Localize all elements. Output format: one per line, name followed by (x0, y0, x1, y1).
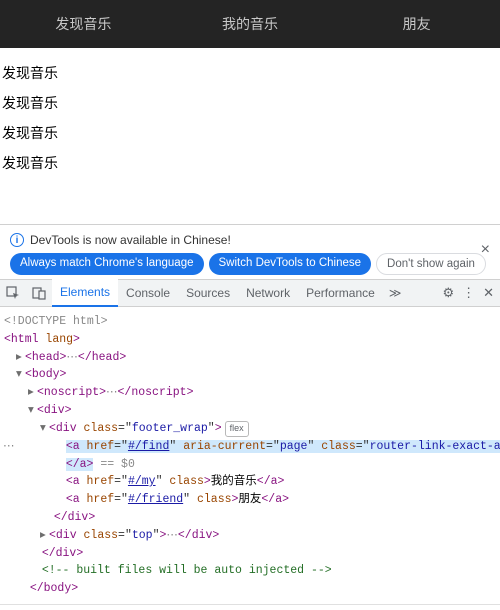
devtools-language-banner: i DevTools is now available in Chinese! … (0, 224, 500, 279)
dom-doctype: <!DOCTYPE html> (4, 315, 108, 328)
close-devtools-icon[interactable]: ✕ (483, 285, 494, 301)
more-tabs-icon[interactable]: ≫ (383, 286, 408, 300)
always-match-language-button[interactable]: Always match Chrome's language (10, 253, 204, 275)
switch-devtools-language-button[interactable]: Switch DevTools to Chinese (209, 253, 372, 275)
dont-show-again-button[interactable]: Don't show again (376, 253, 486, 275)
inspect-icon[interactable] (0, 286, 26, 300)
devtools-toolbar: Elements Console Sources Network Perform… (0, 279, 500, 307)
content-line: 发现音乐 (2, 148, 498, 178)
info-icon: i (10, 233, 24, 247)
page-content: 发现音乐 发现音乐 发现音乐 发现音乐 (0, 48, 500, 188)
nav-item-my-music[interactable]: 我的音乐 (167, 0, 334, 48)
nav-item-discover[interactable]: 发现音乐 (0, 0, 167, 48)
content-line: 发现音乐 (2, 88, 498, 118)
close-icon[interactable]: × (481, 241, 490, 259)
top-navigation: 发现音乐 我的音乐 朋友 (0, 0, 500, 48)
tab-elements[interactable]: Elements (52, 279, 118, 307)
content-line: 发现音乐 (2, 118, 498, 148)
selected-dom-node[interactable]: ⋯ <a href="#/find" aria-current="page" c… (4, 438, 496, 456)
gear-icon[interactable]: ⚙ (442, 285, 454, 301)
tab-sources[interactable]: Sources (178, 279, 238, 307)
banner-message: DevTools is now available in Chinese! (30, 233, 231, 247)
tab-performance[interactable]: Performance (298, 279, 383, 307)
tab-console[interactable]: Console (118, 279, 178, 307)
kebab-menu-icon[interactable]: ⋮ (462, 285, 475, 301)
nav-item-friends[interactable]: 朋友 (333, 0, 500, 48)
tab-network[interactable]: Network (238, 279, 298, 307)
elements-panel[interactable]: <!DOCTYPE html> <html lang> ▸<head>⋯</he… (0, 307, 500, 604)
devtools-tabs: Elements Console Sources Network Perform… (52, 279, 442, 307)
content-line: 发现音乐 (2, 58, 498, 88)
flex-badge[interactable]: flex (225, 421, 249, 437)
ellipsis-icon: ⋯ (3, 438, 15, 456)
device-toolbar-icon[interactable] (26, 286, 52, 300)
